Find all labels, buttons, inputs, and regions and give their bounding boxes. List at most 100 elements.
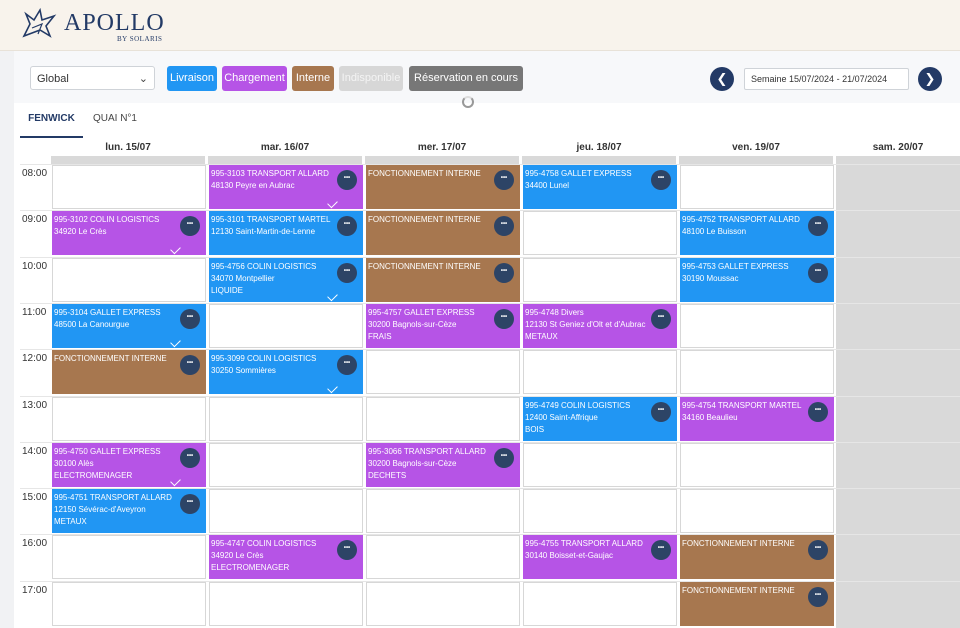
appointment-card[interactable]: 995-3101 TRANSPORT MARTEL 12130 Saint-Mar… bbox=[209, 211, 363, 255]
appointment-card[interactable]: 995-4757 GALLET EXPRESS 30200 Bagnols-sur… bbox=[366, 304, 520, 348]
time-slot[interactable] bbox=[366, 582, 520, 626]
more-options-icon[interactable]: ••• bbox=[494, 263, 514, 283]
tab-quai-1[interactable]: QUAI N°1 bbox=[90, 106, 140, 136]
appointment-card[interactable]: 995-4747 COLIN LOGISTICS 34920 Le Crès ELE… bbox=[209, 535, 363, 579]
time-slot[interactable] bbox=[52, 535, 206, 579]
more-options-icon[interactable]: ••• bbox=[651, 170, 671, 190]
appointment-card[interactable]: FONCTIONNEMENT INTERNE ••• bbox=[366, 258, 520, 302]
filter-select[interactable]: Global ⌄ bbox=[30, 66, 155, 90]
more-options-icon[interactable]: ••• bbox=[494, 448, 514, 468]
appointment-card[interactable]: 995-4753 GALLET EXPRESS 30190 Moussac ••• bbox=[680, 258, 834, 302]
brand-logo[interactable]: APOLLO BY SOLARIS bbox=[20, 6, 170, 44]
time-slot[interactable] bbox=[523, 350, 677, 394]
more-options-icon[interactable]: ••• bbox=[180, 309, 200, 329]
appointment-card[interactable]: FONCTIONNEMENT INTERNE ••• bbox=[366, 165, 520, 209]
appointment-card[interactable]: 995-4754 TRANSPORT MARTEL 34160 Beaulieu •… bbox=[680, 397, 834, 441]
more-options-icon[interactable]: ••• bbox=[180, 448, 200, 468]
legend-chargement[interactable]: Chargement bbox=[222, 66, 287, 91]
more-options-icon[interactable]: ••• bbox=[808, 587, 828, 607]
legend-livraison[interactable]: Livraison bbox=[167, 66, 217, 91]
appointment-card[interactable]: 995-3104 GALLET EXPRESS 48500 La Canourgu… bbox=[52, 304, 206, 348]
filter-select-value: Global bbox=[37, 73, 69, 85]
griffin-icon bbox=[22, 7, 57, 38]
more-options-icon[interactable]: ••• bbox=[337, 263, 357, 283]
more-options-icon[interactable]: ••• bbox=[494, 309, 514, 329]
more-options-icon[interactable]: ••• bbox=[337, 216, 357, 236]
time-slot[interactable] bbox=[680, 165, 834, 209]
day-header-bar bbox=[522, 156, 676, 164]
time-label: 08:00 bbox=[22, 168, 48, 179]
appointment-card[interactable]: 995-4748 Divers 12130 St Geniez d'Olt et … bbox=[523, 304, 677, 348]
time-slot[interactable] bbox=[209, 443, 363, 487]
legend-indisponible[interactable]: Indisponible bbox=[339, 66, 403, 91]
more-options-icon[interactable]: ••• bbox=[808, 263, 828, 283]
tab-fenwick[interactable]: FENWICK bbox=[20, 106, 83, 138]
time-slot[interactable] bbox=[523, 582, 677, 626]
appointment-card[interactable]: FONCTIONNEMENT INTERNE ••• bbox=[52, 350, 206, 394]
day-header: mer. 17/07 bbox=[417, 142, 467, 153]
appointment-card[interactable]: 995-4751 TRANSPORT ALLARD 12150 Sévérac-d… bbox=[52, 489, 206, 533]
appointment-card[interactable]: 995-4752 TRANSPORT ALLARD 48100 Le Buisso… bbox=[680, 211, 834, 255]
time-slot[interactable] bbox=[523, 443, 677, 487]
more-options-icon[interactable]: ••• bbox=[337, 355, 357, 375]
time-slot[interactable] bbox=[366, 350, 520, 394]
spinner-icon bbox=[461, 96, 474, 109]
time-slot[interactable] bbox=[680, 489, 834, 533]
appointment-card[interactable]: 995-4755 TRANSPORT ALLARD 30140 Boisset-e… bbox=[523, 535, 677, 579]
time-slot[interactable] bbox=[680, 350, 834, 394]
appointment-card[interactable]: 995-3099 COLIN LOGISTICS 30250 Sommières •… bbox=[209, 350, 363, 394]
time-slot[interactable] bbox=[209, 304, 363, 348]
appointment-line: DECHETS bbox=[368, 471, 407, 480]
more-options-icon[interactable]: ••• bbox=[808, 540, 828, 560]
time-slot[interactable] bbox=[52, 258, 206, 302]
time-slot[interactable] bbox=[523, 211, 677, 255]
appointment-card[interactable]: 995-3102 COLIN LOGISTICS 34920 Le Crès ••• bbox=[52, 211, 206, 255]
top-header: APOLLO BY SOLARIS bbox=[0, 0, 960, 51]
time-slot[interactable] bbox=[52, 397, 206, 441]
prev-week-button[interactable]: ❮ bbox=[710, 67, 734, 91]
appointment-card[interactable]: 995-4758 GALLET EXPRESS 34400 Lunel ••• bbox=[523, 165, 677, 209]
time-slot[interactable] bbox=[52, 582, 206, 626]
more-options-icon[interactable]: ••• bbox=[337, 540, 357, 560]
day-header: lun. 15/07 bbox=[105, 142, 151, 153]
day-header: mar. 16/07 bbox=[260, 142, 310, 153]
appointment-card[interactable]: FONCTIONNEMENT INTERNE ••• bbox=[680, 535, 834, 579]
time-slot[interactable] bbox=[52, 165, 206, 209]
more-options-icon[interactable]: ••• bbox=[808, 402, 828, 422]
checkmark-icon bbox=[170, 243, 181, 255]
more-options-icon[interactable]: ••• bbox=[180, 355, 200, 375]
legend-reservation[interactable]: Réservation en cours bbox=[409, 66, 523, 109]
time-slot[interactable] bbox=[680, 304, 834, 348]
time-label: 13:00 bbox=[22, 399, 48, 411]
time-slot[interactable] bbox=[680, 443, 834, 487]
more-options-icon[interactable]: ••• bbox=[494, 170, 514, 190]
appointment-card[interactable]: 995-3103 TRANSPORT ALLARD 48130 Peyre en … bbox=[209, 165, 363, 209]
appointment-card[interactable]: 995-4756 COLIN LOGISTICS 34070 Montpellie… bbox=[209, 258, 363, 302]
time-slot[interactable] bbox=[209, 489, 363, 533]
appointment-card[interactable]: FONCTIONNEMENT INTERNE ••• bbox=[366, 211, 520, 255]
time-slot[interactable] bbox=[209, 397, 363, 441]
more-options-icon[interactable]: ••• bbox=[651, 309, 671, 329]
time-slot[interactable] bbox=[523, 489, 677, 533]
time-slot[interactable] bbox=[523, 258, 677, 302]
appointment-card[interactable]: 995-3066 TRANSPORT ALLARD 30200 Bagnols-s… bbox=[366, 443, 520, 487]
more-options-icon[interactable]: ••• bbox=[651, 402, 671, 422]
time-slot[interactable] bbox=[366, 489, 520, 533]
more-options-icon[interactable]: ••• bbox=[180, 216, 200, 236]
more-options-icon[interactable]: ••• bbox=[494, 216, 514, 236]
legend-interne[interactable]: Interne bbox=[292, 66, 334, 91]
day-header-bar bbox=[208, 156, 362, 164]
checkmark-icon bbox=[327, 382, 338, 394]
next-week-button[interactable]: ❯ bbox=[918, 67, 942, 91]
appointment-card[interactable]: FONCTIONNEMENT INTERNE ••• bbox=[680, 582, 834, 626]
more-options-icon[interactable]: ••• bbox=[180, 494, 200, 514]
appointment-card[interactable]: 995-4750 GALLET EXPRESS 30100 Alès ELECTRO… bbox=[52, 443, 206, 487]
week-range-field[interactable]: Semaine 15/07/2024 - 21/07/2024 bbox=[744, 68, 909, 90]
time-slot[interactable] bbox=[366, 535, 520, 579]
more-options-icon[interactable]: ••• bbox=[651, 540, 671, 560]
time-slot[interactable] bbox=[366, 397, 520, 441]
more-options-icon[interactable]: ••• bbox=[337, 170, 357, 190]
more-options-icon[interactable]: ••• bbox=[808, 216, 828, 236]
time-slot[interactable] bbox=[209, 582, 363, 626]
appointment-card[interactable]: 995-4749 COLIN LOGISTICS 12400 Saint-Affr… bbox=[523, 397, 677, 441]
